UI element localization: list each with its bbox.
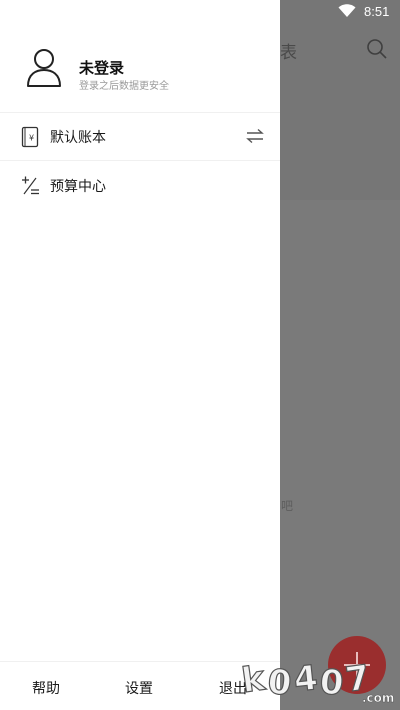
user-name: 未登录 [79, 59, 125, 77]
background-title: 表 [280, 43, 297, 63]
switch-arrows-icon[interactable] [246, 128, 264, 144]
watermark-logo: k 0 4 0 7 .com [240, 657, 395, 705]
person-icon [27, 49, 61, 87]
plus-minus-icon [22, 176, 39, 195]
search-icon [367, 39, 387, 59]
status-time: 8:51 [364, 4, 390, 19]
svg-text:0: 0 [266, 662, 294, 704]
ledger-book-icon: ¥ [21, 126, 39, 148]
menu-item-default-ledger[interactable]: ¥ 默认账本 [0, 113, 280, 161]
background-empty-hint: 吧 [281, 499, 294, 513]
user-subtitle: 登录之后数据更安全 [79, 81, 169, 92]
svg-text:k: k [240, 658, 269, 701]
settings-button[interactable]: 设置 [125, 678, 153, 698]
svg-text:0: 0 [318, 662, 345, 704]
wifi-icon [338, 4, 356, 17]
menu-item-budget-center[interactable]: 预算中心 [0, 162, 280, 210]
navigation-drawer: 未登录 登录之后数据更安全 ¥ 默认账本 预算中心 帮助 设置 退出 [0, 0, 280, 710]
profile-header[interactable]: 未登录 登录之后数据更安全 [0, 0, 280, 113]
drawer-bottom-bar: 帮助 设置 退出 [0, 661, 280, 710]
help-button[interactable]: 帮助 [32, 678, 60, 698]
menu-item-label: 默认账本 [50, 130, 106, 146]
svg-text:.com: .com [362, 691, 394, 705]
menu-item-label: 预算中心 [50, 179, 106, 195]
svg-text:¥: ¥ [29, 134, 34, 143]
svg-text:4: 4 [292, 658, 320, 700]
